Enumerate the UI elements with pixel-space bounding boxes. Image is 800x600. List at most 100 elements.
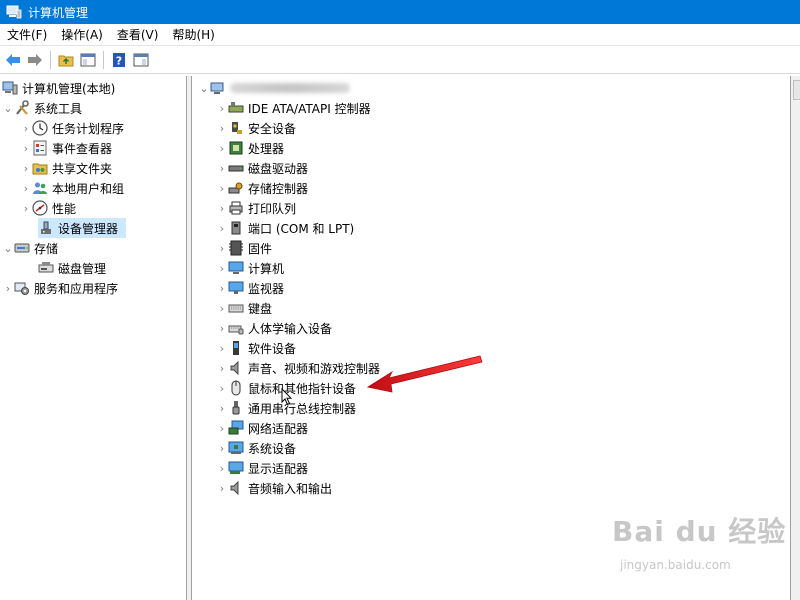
chevron-right-icon[interactable]: › (216, 238, 228, 258)
device-category-label: 磁盘驱动器 (248, 161, 309, 176)
chevron-right-icon[interactable]: › (216, 138, 228, 158)
watermark-sub-text: jingyan.baidu.com (620, 558, 731, 572)
device-category-hid[interactable]: › 人体学输入设备 (216, 318, 332, 338)
tree-item-local-users[interactable]: › 本地用户和组 (20, 178, 124, 198)
device-category-label: 监视器 (248, 281, 285, 296)
menu-view[interactable]: 查看(V) (110, 24, 166, 46)
chevron-right-icon[interactable]: › (216, 178, 228, 198)
chevron-right-icon[interactable]: › (216, 478, 228, 498)
baidu-watermark: Bai du 经验 jingyan.baidu.com (612, 510, 792, 590)
device-category-label: 系统设备 (248, 441, 297, 456)
system-device-icon (228, 441, 244, 454)
chevron-right-icon[interactable]: › (216, 98, 228, 118)
device-category-audio-io[interactable]: › 音频输入和输出 (216, 478, 332, 498)
chevron-right-icon[interactable]: › (20, 138, 32, 158)
chevron-right-icon[interactable]: › (2, 278, 14, 298)
computer-management-icon (6, 5, 22, 19)
tree-label: 性能 (52, 201, 77, 216)
chevron-right-icon[interactable]: › (216, 318, 228, 338)
device-category-label: 人体学输入设备 (248, 321, 333, 336)
tree-item-device-manager[interactable]: 设备管理器 (38, 218, 126, 238)
chevron-right-icon[interactable]: › (216, 158, 228, 178)
chevron-right-icon[interactable]: › (216, 378, 228, 398)
chevron-right-icon[interactable]: › (20, 118, 32, 138)
device-category-firmware[interactable]: › 固件 (216, 238, 272, 258)
forward-button[interactable] (24, 49, 46, 71)
menu-help[interactable]: 帮助(H) (165, 24, 221, 46)
action-pane-tab[interactable] (793, 80, 800, 100)
tree-item-disk-management[interactable]: 磁盘管理 (38, 258, 106, 278)
tree-item-services-apps[interactable]: › 服务和应用程序 (2, 278, 118, 298)
toolbar: ? (0, 46, 800, 74)
svg-text:?: ? (116, 54, 122, 67)
action-pane-icon (133, 53, 149, 66)
device-category-storage-controller[interactable]: › 存储控制器 (216, 178, 308, 198)
device-category-ide-controller[interactable]: › IDE ATA/ATAPI 控制器 (216, 98, 371, 118)
show-hide-tree-button[interactable] (77, 49, 99, 71)
chevron-right-icon[interactable]: › (216, 118, 228, 138)
chevron-right-icon[interactable]: › (216, 258, 228, 278)
device-category-computer[interactable]: › 计算机 (216, 258, 284, 278)
back-button[interactable] (2, 49, 24, 71)
chevron-right-icon[interactable]: › (216, 278, 228, 298)
menu-file[interactable]: 文件(F) (0, 24, 54, 46)
tree-label: 共享文件夹 (52, 161, 113, 176)
chevron-down-icon[interactable]: ⌄ (2, 98, 14, 118)
device-category-monitor[interactable]: › 监视器 (216, 278, 284, 298)
storage-controller-icon (228, 182, 243, 194)
device-category-label: 软件设备 (248, 341, 297, 356)
chevron-right-icon[interactable]: › (216, 338, 228, 358)
menu-action[interactable]: 操作(A) (54, 24, 110, 46)
services-icon (14, 282, 29, 295)
chevron-right-icon[interactable]: › (216, 298, 228, 318)
device-category-software-device[interactable]: › 软件设备 (216, 338, 296, 358)
chevron-right-icon[interactable]: › (216, 218, 228, 238)
chevron-right-icon[interactable]: › (216, 358, 228, 378)
tree-label: 本地用户和组 (52, 181, 125, 196)
chevron-right-icon[interactable]: › (216, 198, 228, 218)
device-category-display-adapter[interactable]: › 显示适配器 (216, 458, 308, 478)
tree-item-task-scheduler[interactable]: › 任务计划程序 (20, 118, 124, 138)
device-category-security-device[interactable]: › 安全设备 (216, 118, 296, 138)
device-tree-root[interactable]: ⌄ (198, 78, 350, 98)
performance-icon (32, 200, 48, 216)
shared-folder-icon (32, 163, 48, 175)
chevron-right-icon[interactable]: › (20, 198, 32, 218)
device-category-label: 处理器 (248, 141, 285, 156)
tree-item-event-viewer[interactable]: › 事件查看器 (20, 138, 112, 158)
device-category-port[interactable]: › 端口 (COM 和 LPT) (216, 218, 354, 238)
tree-item-storage[interactable]: ⌄ 存储 (2, 238, 58, 258)
chevron-right-icon[interactable]: › (216, 418, 228, 438)
device-category-label: 安全设备 (248, 121, 297, 136)
help-button[interactable]: ? (108, 49, 130, 71)
chevron-right-icon[interactable]: › (216, 438, 228, 458)
device-category-label: 计算机 (248, 261, 285, 276)
device-category-processor[interactable]: › 处理器 (216, 138, 284, 158)
device-category-label: 显示适配器 (248, 461, 309, 476)
tree-item-shared-folders[interactable]: › 共享文件夹 (20, 158, 112, 178)
tree-label: 设备管理器 (58, 221, 119, 236)
chevron-right-icon[interactable]: › (216, 398, 228, 418)
chevron-right-icon[interactable]: › (216, 458, 228, 478)
processor-icon (229, 141, 243, 155)
device-category-printer[interactable]: › 打印队列 (216, 198, 296, 218)
chevron-right-icon[interactable]: › (20, 158, 32, 178)
chevron-right-icon[interactable]: › (20, 178, 32, 198)
device-category-system-device[interactable]: › 系统设备 (216, 438, 296, 458)
show-action-pane-button[interactable] (130, 49, 152, 71)
device-category-network-adapter[interactable]: › 网络适配器 (216, 418, 308, 438)
device-category-keyboard[interactable]: › 键盘 (216, 298, 272, 318)
tree-item-system-tools[interactable]: ⌄ 系统工具 (2, 98, 82, 118)
menu-bar: 文件(F) 操作(A) 查看(V) 帮助(H) (0, 24, 800, 46)
watermark-main-text: Bai du 经验 (612, 515, 787, 548)
up-folder-button[interactable] (55, 49, 77, 71)
chevron-down-icon[interactable]: ⌄ (198, 78, 210, 98)
users-icon (33, 182, 47, 194)
device-category-label: 鼠标和其他指针设备 (248, 381, 357, 396)
device-category-sound[interactable]: › 声音、视频和游戏控制器 (216, 358, 380, 378)
chevron-down-icon[interactable]: ⌄ (2, 238, 14, 258)
tree-item-performance[interactable]: › 性能 (20, 198, 76, 218)
device-category-disk-drive[interactable]: › 磁盘驱动器 (216, 158, 308, 178)
tree-item-root[interactable]: 计算机管理(本地) (2, 78, 115, 98)
device-category-label: 通用串行总线控制器 (248, 401, 357, 416)
